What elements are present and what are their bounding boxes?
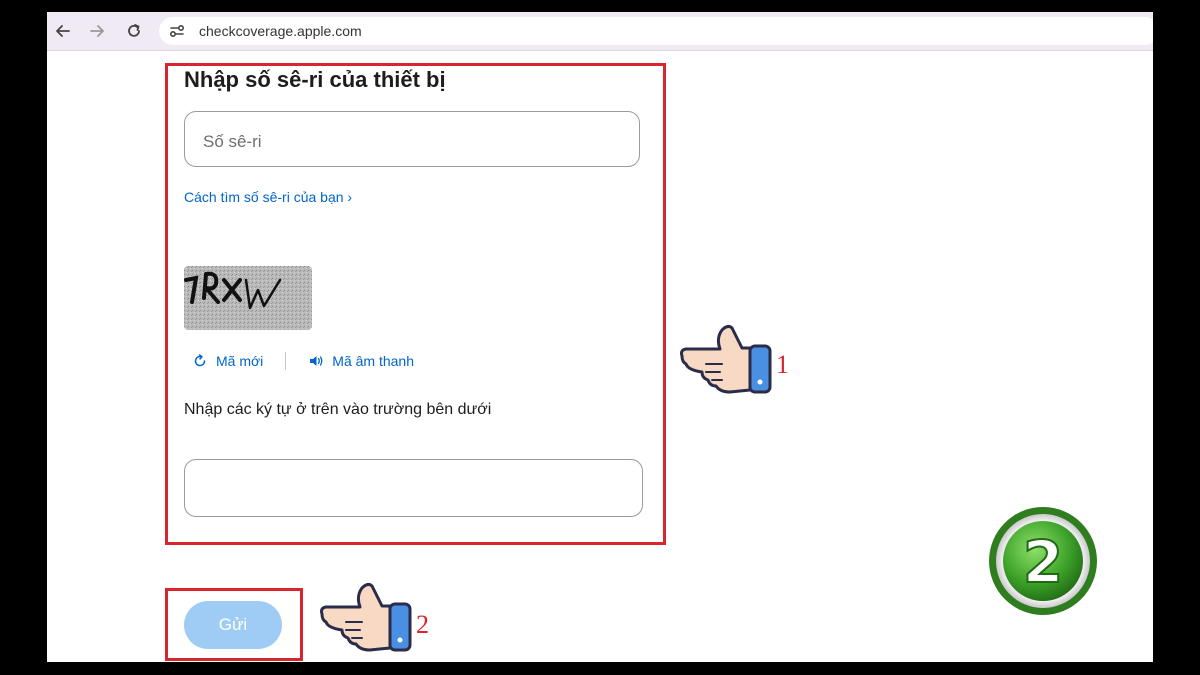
url-text: checkcoverage.apple.com [199, 23, 362, 39]
reload-button[interactable] [122, 19, 146, 43]
captcha-input[interactable] [184, 459, 643, 517]
audio-code-button[interactable]: Mã âm thanh [308, 353, 414, 369]
site-info-icon [169, 25, 185, 38]
address-bar[interactable]: checkcoverage.apple.com [159, 17, 1153, 45]
serial-number-placeholder: Số sê-ri [203, 132, 262, 151]
reload-icon [128, 24, 140, 37]
captcha-tools: Mã mới Mã âm thanh [192, 351, 414, 371]
new-code-button[interactable]: Mã mới [192, 353, 263, 369]
refresh-icon [194, 354, 206, 367]
speaker-icon [310, 356, 323, 366]
badge-number: 2 [1023, 528, 1063, 596]
forward-button[interactable] [85, 19, 109, 43]
captcha-instruction: Nhập các ký tự ở trên vào trường bên dướ… [184, 401, 492, 418]
page-title: Nhập số sê-ri của thiết bị [184, 67, 446, 92]
captcha-image [184, 266, 312, 330]
pointing-hand-icon [320, 582, 412, 652]
serial-number-input[interactable]: Số sê-ri [184, 111, 640, 167]
audio-code-label: Mã âm thanh [332, 353, 415, 369]
pointing-hand-icon [680, 324, 772, 394]
divider [285, 352, 287, 370]
submit-button[interactable]: Gửi [184, 601, 282, 649]
browser-toolbar: checkcoverage.apple.com [47, 12, 1153, 51]
site-info-button[interactable] [167, 21, 187, 41]
back-button[interactable] [51, 19, 75, 43]
back-arrow-icon [56, 25, 70, 37]
find-serial-link[interactable]: Cách tìm số sê-ri của bạn › [184, 189, 352, 205]
step-badge: 2 [987, 505, 1099, 617]
forward-arrow-icon [90, 25, 104, 37]
step-number-2: 2 [416, 610, 429, 639]
step-number-1: 1 [776, 350, 789, 379]
new-code-label: Mã mới [216, 353, 264, 369]
